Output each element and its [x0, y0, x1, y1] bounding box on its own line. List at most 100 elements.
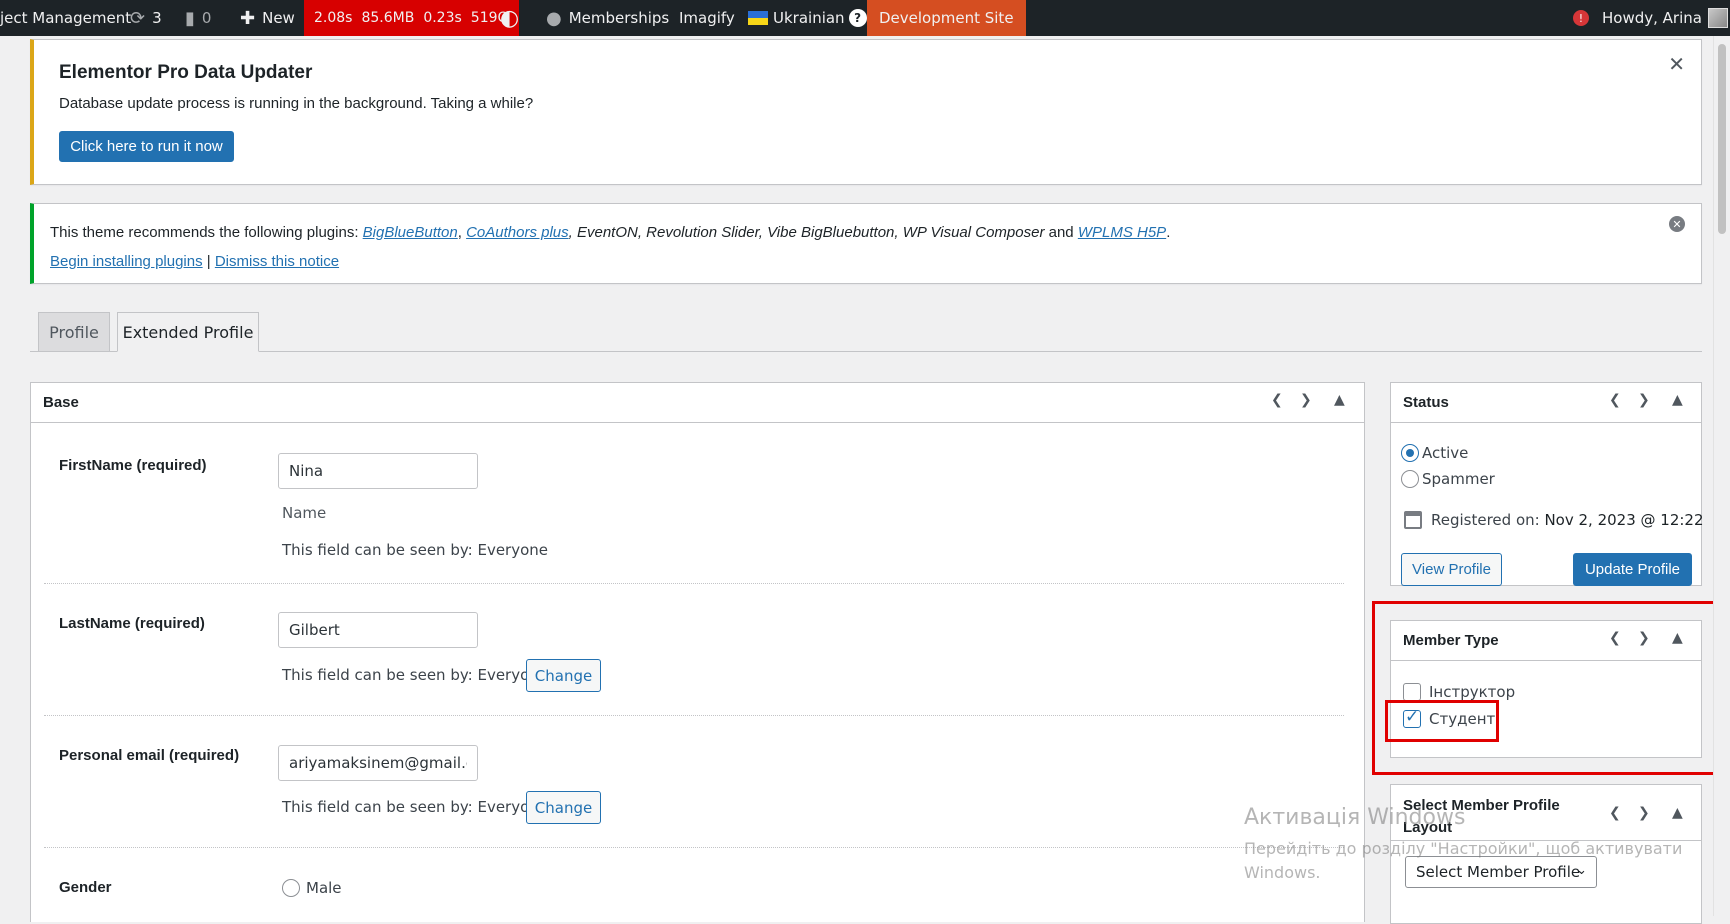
- lastname-change-button[interactable]: Change: [526, 659, 601, 692]
- status-spammer-radio[interactable]: [1401, 470, 1419, 488]
- account-menu[interactable]: Howdy, Arina: [1602, 0, 1728, 36]
- imagify-link[interactable]: Imagify: [679, 0, 735, 36]
- move-up-icon[interactable]: ❮: [1609, 392, 1621, 408]
- firstname-hint: Name: [282, 504, 327, 522]
- site-name-link[interactable]: ject Management: [0, 0, 131, 36]
- cache-icon: ◐: [500, 5, 520, 31]
- elementor-notice-title: Elementor Pro Data Updater: [59, 62, 313, 83]
- plugin-link-wplms-h5p[interactable]: WPLMS H5P: [1078, 224, 1166, 241]
- dismiss-icon[interactable]: ✕: [1669, 216, 1685, 232]
- collapse-icon[interactable]: ▲: [1672, 392, 1683, 408]
- begin-installing-link[interactable]: Begin installing plugins: [50, 253, 203, 270]
- move-down-icon[interactable]: ❯: [1300, 392, 1312, 408]
- site-name-label: ject Management: [0, 9, 132, 27]
- theme-notice-message: This theme recommends the following plug…: [50, 224, 1170, 241]
- profile-layout-select[interactable]: Select Member Profile ⌄: [1405, 856, 1597, 888]
- run-updater-button[interactable]: Click here to run it now: [59, 131, 234, 162]
- move-down-icon[interactable]: ❯: [1638, 805, 1650, 821]
- update-profile-button[interactable]: Update Profile: [1573, 553, 1692, 586]
- email-label: Personal email (required): [59, 747, 240, 764]
- move-down-icon[interactable]: ❯: [1638, 392, 1650, 408]
- base-postbox-title: Base: [43, 394, 79, 411]
- email-visibility: This field can be seen by: Everyone: [282, 798, 549, 816]
- status-active-label: Active: [1422, 444, 1469, 462]
- actions-divider: |: [202, 253, 215, 270]
- status-spammer-label: Spammer: [1422, 470, 1495, 488]
- member-type-instructor-checkbox[interactable]: [1403, 683, 1421, 701]
- elementor-update-notice: Elementor Pro Data Updater Database upda…: [30, 39, 1702, 185]
- query-monitor-link[interactable]: 2.08s 85.6MB 0.23s 519Q: [304, 0, 519, 36]
- notification-icon: !: [1573, 10, 1589, 26]
- imagify-label: Imagify: [679, 9, 735, 27]
- development-site-badge[interactable]: Development Site: [867, 0, 1026, 36]
- collapse-icon[interactable]: ▲: [1672, 805, 1683, 821]
- avatar: [1707, 8, 1728, 28]
- lastname-visibility: This field can be seen by: Everyone: [282, 666, 549, 684]
- notice-prefix: This theme recommends the following plug…: [50, 224, 363, 241]
- language-switcher[interactable]: Ukrainian ?: [748, 0, 867, 36]
- notifications-link[interactable]: !: [1573, 0, 1589, 36]
- theme-notice-actions: Begin installing plugins | Dismiss this …: [50, 253, 339, 270]
- perf-db-time: 0.23s: [423, 10, 462, 26]
- memberships-link[interactable]: ● Memberships: [546, 0, 669, 36]
- elementor-notice-description: Database update process is running in th…: [59, 95, 534, 112]
- collapse-icon[interactable]: ▲: [1334, 392, 1345, 408]
- comments-link[interactable]: ▮ 0: [185, 0, 211, 36]
- firstname-visibility: This field can be seen by: Everyone: [282, 541, 549, 559]
- move-up-icon[interactable]: ❮: [1609, 805, 1621, 821]
- help-icon[interactable]: ?: [848, 9, 867, 27]
- status-postbox: Status ❮ ❯ ▲ Active Spammer Registered o…: [1390, 382, 1704, 586]
- tab-profile[interactable]: Profile: [38, 312, 110, 352]
- tab-extended-profile[interactable]: Extended Profile: [117, 312, 259, 352]
- profile-layout-postbox-header: Select Member Profile Layout ❮ ❯ ▲: [1391, 785, 1701, 841]
- status-active-radio[interactable]: [1401, 444, 1419, 462]
- member-type-student-checkbox[interactable]: [1403, 707, 1421, 728]
- page-scrollbar[interactable]: [1713, 36, 1730, 916]
- layout-title-line1: Select Member Profile: [1403, 797, 1560, 814]
- move-up-icon[interactable]: ❮: [1271, 392, 1283, 408]
- member-type-postbox: Member Type ❮ ❯ ▲ Інструктор Студент: [1390, 620, 1702, 758]
- tabs-divider: [30, 351, 1702, 352]
- comment-icon: ▮: [185, 7, 195, 29]
- member-type-postbox-title: Member Type: [1403, 632, 1499, 649]
- member-type-instructor-label: Інструктор: [1429, 683, 1516, 701]
- view-profile-button[interactable]: View Profile: [1401, 553, 1502, 586]
- group-icon: ●: [546, 7, 562, 29]
- comments-count: 0: [201, 9, 212, 27]
- plugin-link-coauthors[interactable]: CoAuthors plus: [466, 224, 569, 241]
- howdy-label: Howdy, Arina: [1602, 9, 1702, 27]
- gender-label: Gender: [59, 879, 112, 896]
- email-input[interactable]: [278, 745, 478, 781]
- profile-layout-select-value: Select Member Profile: [1416, 863, 1581, 881]
- lastname-label: LastName (required): [59, 615, 205, 632]
- gender-male-label: Male: [306, 879, 342, 897]
- lastname-input[interactable]: [278, 612, 478, 648]
- move-down-icon[interactable]: ❯: [1638, 630, 1650, 646]
- firstname-label: FirstName (required): [59, 457, 207, 474]
- dismiss-notice-link[interactable]: Dismiss this notice: [215, 253, 339, 270]
- perf-time: 2.08s: [314, 10, 353, 26]
- theme-plugins-notice: This theme recommends the following plug…: [30, 203, 1702, 284]
- new-content-link[interactable]: ✚ New: [240, 0, 295, 36]
- firstname-input[interactable]: [278, 453, 478, 489]
- new-label: New: [262, 9, 295, 27]
- perf-memory: 85.6MB: [361, 10, 415, 26]
- collapse-icon[interactable]: ▲: [1672, 630, 1683, 646]
- layout-title-line2: Layout: [1403, 819, 1453, 836]
- plus-icon: ✚: [240, 7, 256, 29]
- gender-male-radio[interactable]: [282, 879, 300, 897]
- status-postbox-header: Status ❮ ❯ ▲: [1391, 383, 1701, 423]
- ukraine-flag-icon: [748, 11, 768, 25]
- move-up-icon[interactable]: ❮: [1609, 630, 1621, 646]
- field-separator: [44, 715, 1344, 716]
- notice-end: .: [1166, 224, 1171, 241]
- email-change-button[interactable]: Change: [526, 791, 601, 824]
- cache-link[interactable]: ◐: [500, 0, 526, 36]
- scrollbar-thumb[interactable]: [1718, 44, 1726, 234]
- profile-layout-postbox: Select Member Profile Layout ❮ ❯ ▲ Selec…: [1390, 784, 1702, 924]
- base-postbox-header: Base ❮ ❯ ▲: [31, 383, 1364, 423]
- dev-site-label: Development Site: [879, 9, 1014, 27]
- close-icon[interactable]: ✕: [1668, 52, 1685, 76]
- plugin-link-bigbluebutton[interactable]: BigBlueButton: [363, 224, 458, 241]
- updates-link[interactable]: ⟳ 3: [130, 0, 162, 36]
